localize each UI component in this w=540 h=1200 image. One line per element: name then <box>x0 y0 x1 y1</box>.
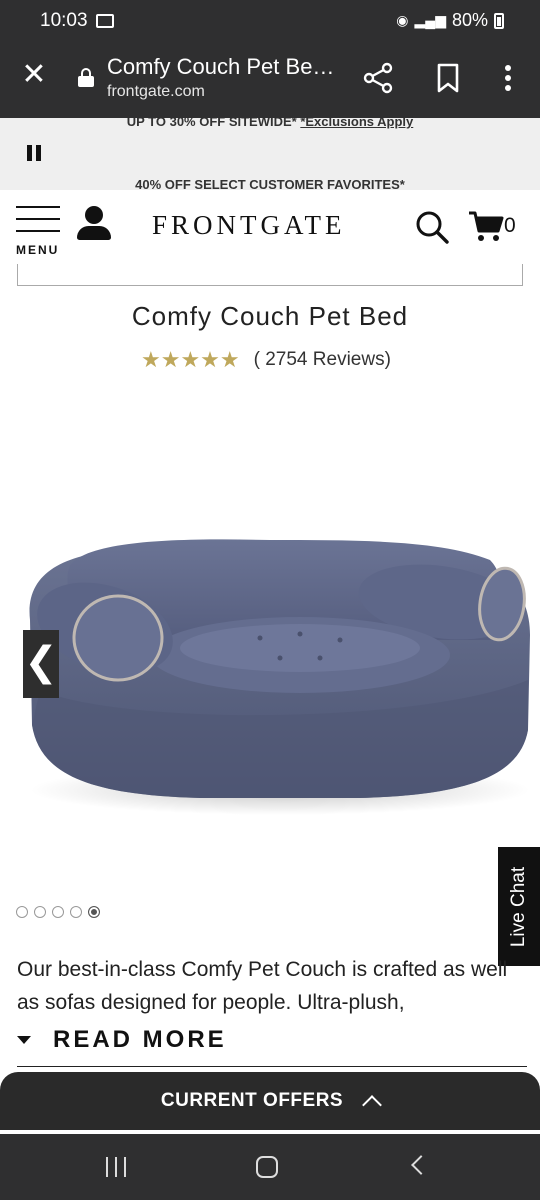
status-time: 10:03 <box>40 10 88 31</box>
bookmark-icon[interactable] <box>434 62 462 94</box>
review-count[interactable]: ( 2754 Reviews) <box>254 349 391 371</box>
product-rating[interactable]: ★★★★★ ( 2754 Reviews) <box>141 346 391 374</box>
wifi-icon: ◉ <box>396 12 409 28</box>
browser-url[interactable]: frontgate.com <box>107 83 205 101</box>
user-icon[interactable] <box>76 206 112 242</box>
product-image[interactable] <box>0 390 540 900</box>
more-vert-icon[interactable] <box>498 62 518 94</box>
rating-stars: ★★★★★ <box>141 347 240 372</box>
cart-icon[interactable] <box>468 210 504 242</box>
read-more-label: READ MORE <box>53 1026 227 1053</box>
chevron-up-icon <box>362 1095 383 1115</box>
menu-button[interactable]: MENU <box>16 206 62 258</box>
current-offers-label: CURRENT OFFERS <box>160 1090 344 1111</box>
search-icon[interactable] <box>415 210 449 244</box>
status-bar: 10:03 ◉ ▂▄▆ 80% <box>0 0 540 44</box>
menu-label: MENU <box>16 243 60 257</box>
battery-percent: 80% <box>451 10 488 30</box>
divider <box>17 1066 527 1067</box>
search-field[interactable] <box>17 264 523 286</box>
live-chat-label: Live Chat <box>508 866 529 947</box>
exclusions-link[interactable]: *Exclusions Apply <box>300 118 413 129</box>
promo-line-1: UP TO 30% OFF SITEWIDE* *Exclusions Appl… <box>0 118 540 129</box>
pagination-dot[interactable] <box>16 906 28 918</box>
product-title: Comfy Couch Pet Bed <box>131 301 409 331</box>
site-header: MENU FRONTGATE 0 <box>0 190 540 264</box>
close-icon[interactable]: ✕ <box>20 60 48 90</box>
image-pagination <box>16 906 100 918</box>
home-icon[interactable] <box>256 1156 278 1178</box>
pagination-dot-active[interactable] <box>88 906 100 918</box>
chevron-left-icon[interactable]: ❮ <box>23 630 59 698</box>
browser-toolbar: ✕ Comfy Couch Pet Be… frontgate.com <box>0 44 540 118</box>
pagination-dot[interactable] <box>34 906 46 918</box>
pause-icon[interactable] <box>26 145 44 163</box>
site-logo[interactable]: FRONTGATE <box>152 210 346 241</box>
share-icon[interactable] <box>362 62 394 94</box>
hamburger-line <box>16 230 60 232</box>
status-right: ◉ ▂▄▆ 80% <box>396 10 504 31</box>
back-icon[interactable] <box>411 1155 431 1175</box>
lock-icon[interactable] <box>78 68 94 87</box>
product-description: Our best-in-class Comfy Pet Couch is cra… <box>17 958 508 1014</box>
cart-count[interactable]: 0 <box>504 214 516 238</box>
browser-page-title[interactable]: Comfy Couch Pet Be… <box>107 54 334 80</box>
hamburger-line <box>16 218 60 220</box>
live-chat-button[interactable]: Live Chat <box>498 847 540 966</box>
promo-banner: UP TO 30% OFF SITEWIDE* *Exclusions Appl… <box>0 118 540 190</box>
pagination-dot[interactable] <box>70 906 82 918</box>
signal-icon: ▂▄▆ <box>414 12 446 28</box>
caret-down-icon <box>17 1036 31 1044</box>
recent-apps-icon[interactable] <box>106 1157 128 1177</box>
pagination-dot[interactable] <box>52 906 64 918</box>
hamburger-icon <box>16 206 60 208</box>
read-more-button[interactable]: READ MORE <box>17 1024 227 1056</box>
system-nav-bar <box>0 1134 540 1200</box>
notification-icon <box>96 14 114 28</box>
promo-line-1-text: UP TO 30% OFF SITEWIDE* <box>126 118 301 129</box>
promo-line-2: 40% OFF SELECT CUSTOMER FAVORITES* <box>135 177 405 190</box>
current-offers-bar[interactable]: CURRENT OFFERS <box>0 1072 540 1130</box>
battery-icon <box>494 12 504 29</box>
